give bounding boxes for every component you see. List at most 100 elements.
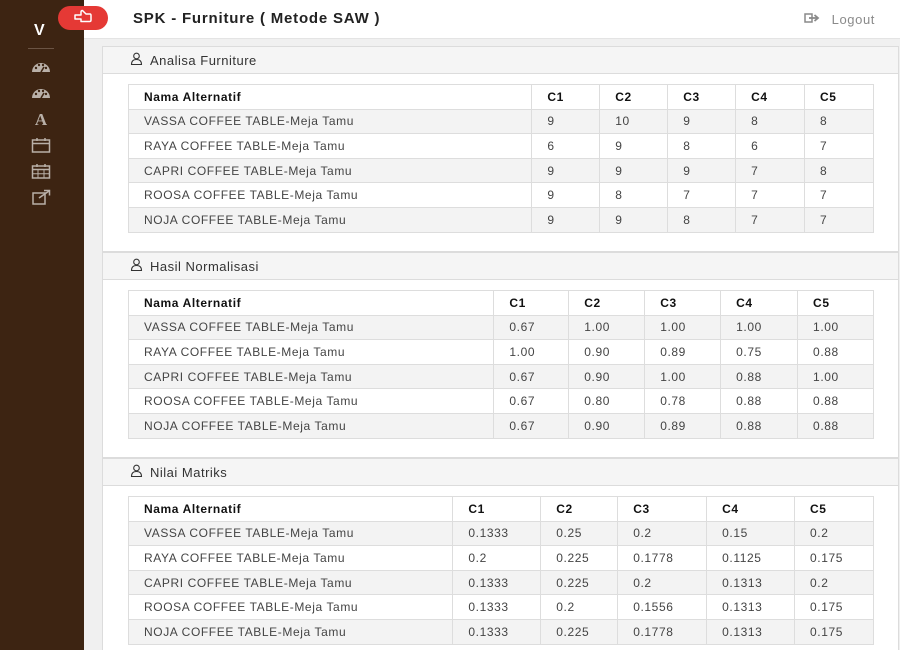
table-cell: 0.88 (720, 388, 799, 414)
table-cell: 0.78 (644, 388, 722, 414)
sidebar-toggle-button[interactable] (58, 6, 108, 30)
table-cell: 0.1333 (452, 618, 542, 645)
table-cell: 0.2 (617, 569, 708, 596)
table-row: CAPRI COFFEE TABLE-Meja Tamu 0.1333 0.225 0… (127, 569, 874, 596)
column-header: C4 (720, 290, 799, 316)
column-header: Nama Alternatif (127, 84, 533, 110)
sign-out-icon (803, 12, 820, 27)
table-cell: 0.89 (644, 412, 722, 439)
column-header: C5 (804, 84, 874, 110)
table-cell: 0.225 (540, 545, 619, 571)
column-header: C1 (493, 290, 570, 316)
column-header: Nama Alternatif (127, 290, 495, 316)
table-cell: 1.00 (797, 363, 874, 390)
table-cell: CAPRI COFFEE TABLE-Meja Tamu (127, 569, 454, 596)
column-header: C1 (531, 84, 601, 110)
dashboard-icon[interactable] (29, 57, 53, 75)
table-cell: CAPRI COFFEE TABLE-Meja Tamu (127, 157, 533, 184)
data-table: Nama Alternatif C1 C2 C3 C4 C5 VASSA COF… (127, 290, 874, 439)
table-cell: 0.90 (568, 339, 646, 365)
column-header: C1 (452, 496, 542, 522)
table-cell: 0.88 (797, 388, 874, 414)
table-row: ROOSA COFFEE TABLE-Meja Tamu 9 8 7 7 7 (127, 182, 874, 208)
column-header: C2 (568, 290, 646, 316)
table-cell: 8 (667, 206, 737, 233)
table-cell: 0.175 (794, 594, 874, 620)
table-row: RAYA COFFEE TABLE-Meja Tamu 0.2 0.225 0.177… (127, 545, 874, 571)
table-cell: 1.00 (493, 339, 570, 365)
column-header: C4 (735, 84, 806, 110)
table-cell: NOJA COFFEE TABLE-Meja Tamu (127, 206, 533, 233)
table-cell: 0.1313 (706, 569, 796, 596)
page-title: SPK - Furniture ( Metode SAW ) (133, 10, 381, 27)
table-cell: 1.00 (568, 314, 646, 341)
table-row: ROOSA COFFEE TABLE-Meja Tamu 0.67 0.80 0.78… (127, 388, 874, 414)
table-cell: 9 (531, 157, 601, 184)
table-cell: 8 (804, 108, 874, 135)
table-cell: VASSA COFFEE TABLE-Meja Tamu (127, 314, 495, 341)
hand-pointer-icon (74, 9, 92, 28)
panel-analisa: Analisa Furniture Nama Alternatif C1 C2 … (102, 46, 899, 252)
table-row: RAYA COFFEE TABLE-Meja Tamu 6 9 8 6 7 (127, 133, 874, 159)
calendar-grid-icon[interactable] (29, 162, 53, 180)
user-icon (130, 464, 150, 480)
user-icon (130, 52, 150, 68)
table-cell: 0.1333 (452, 569, 542, 596)
column-header: C5 (797, 290, 874, 316)
column-header: C3 (617, 496, 708, 522)
table-cell: 1.00 (720, 314, 799, 341)
sidebar: V A (0, 0, 84, 650)
table-cell: 6 (531, 133, 601, 159)
data-table: Nama Alternatif C1 C2 C3 C4 C5 VASSA COF… (127, 496, 874, 645)
panel-heading: Nilai Matriks (103, 459, 898, 486)
table-row: ROOSA COFFEE TABLE-Meja Tamu 0.1333 0.2 0.1… (127, 594, 874, 620)
table-cell: 6 (735, 133, 806, 159)
panel-title: Hasil Normalisasi (150, 258, 259, 274)
column-header: C3 (667, 84, 737, 110)
table-row: CAPRI COFFEE TABLE-Meja Tamu 0.67 0.90 1.00… (127, 363, 874, 390)
table-cell: 9 (531, 206, 601, 233)
table-row: VASSA COFFEE TABLE-Meja Tamu 0.1333 0.25 0.… (127, 520, 874, 547)
svg-text:A: A (35, 111, 48, 127)
panel-matriks: Nilai Matriks Nama Alternatif C1 C2 C3 C… (102, 458, 899, 650)
table-cell: 9 (599, 133, 669, 159)
table-cell: 9 (667, 108, 737, 135)
table-cell: 0.175 (794, 618, 874, 645)
external-link-icon[interactable] (29, 188, 53, 206)
panel-title: Analisa Furniture (150, 52, 257, 68)
table-cell: 0.88 (720, 412, 799, 439)
table-cell: ROOSA COFFEE TABLE-Meja Tamu (127, 594, 454, 620)
logout-link[interactable]: Logout (803, 12, 875, 27)
table-cell: 9 (599, 206, 669, 233)
table-cell: ROOSA COFFEE TABLE-Meja Tamu (127, 182, 533, 208)
calendar-icon[interactable] (29, 136, 53, 154)
table-cell: 1.00 (644, 363, 722, 390)
table-cell: 0.90 (568, 363, 646, 390)
column-header: C3 (644, 290, 722, 316)
table-cell: RAYA COFFEE TABLE-Meja Tamu (127, 133, 533, 159)
table-cell: 0.2 (617, 520, 708, 547)
table-cell: 0.225 (540, 569, 619, 596)
table-cell: 0.80 (568, 388, 646, 414)
table-row: RAYA COFFEE TABLE-Meja Tamu 1.00 0.90 0.89 0… (127, 339, 874, 365)
brand-divider (28, 48, 54, 49)
table-cell: 0.1333 (452, 520, 542, 547)
table-cell: 0.1313 (706, 594, 796, 620)
column-header: Nama Alternatif (127, 496, 454, 522)
table-cell: 0.88 (797, 412, 874, 439)
table-cell: 8 (667, 133, 737, 159)
table-cell: 0.1556 (617, 594, 708, 620)
table-cell: 0.25 (540, 520, 619, 547)
column-header: C2 (599, 84, 669, 110)
dashboard-icon[interactable] (29, 83, 53, 101)
table-cell: 1.00 (797, 314, 874, 341)
column-header: C2 (540, 496, 619, 522)
table-cell: 0.88 (797, 339, 874, 365)
table-row: NOJA COFFEE TABLE-Meja Tamu 0.67 0.90 0.89 0… (127, 412, 874, 439)
font-icon[interactable]: A (29, 110, 53, 128)
panel-normalisasi: Hasil Normalisasi Nama Alternatif C1 C2 … (102, 252, 899, 458)
table-header-row: Nama Alternatif C1 C2 C3 C4 C5 (127, 290, 874, 316)
panel-heading: Hasil Normalisasi (103, 253, 898, 280)
table-cell: 0.67 (493, 363, 570, 390)
table-cell: ROOSA COFFEE TABLE-Meja Tamu (127, 388, 495, 414)
